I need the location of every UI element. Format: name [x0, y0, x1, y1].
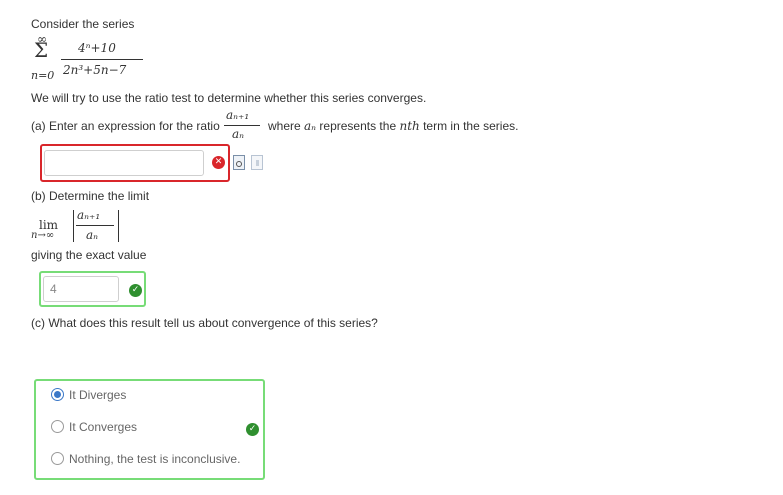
- correct-icon-part-c: ✓: [246, 423, 259, 436]
- series-expression: ∞ Σ n=0 4ⁿ+10 2n³+5n−7: [31, 32, 151, 84]
- represents-text: represents the: [319, 119, 397, 133]
- abs-bar-left: [73, 210, 74, 242]
- a-n-symbol: aₙ: [304, 119, 317, 133]
- part-a-ratio: aₙ₊₁ aₙ: [224, 108, 264, 141]
- series-numerator: 4ⁿ+10: [78, 41, 116, 55]
- series-denominator: 2n³+5n−7: [63, 63, 127, 77]
- sum-lower-limit: n=0: [31, 69, 55, 82]
- nth-symbol: nth: [399, 119, 420, 133]
- limit-expression: lim n→∞ aₙ₊₁ aₙ: [31, 208, 131, 244]
- option-diverges-radio[interactable]: [51, 388, 64, 401]
- where-text: where: [268, 119, 301, 133]
- part-c-label: (c) What does this result tell us about …: [31, 316, 378, 330]
- part-b-note: giving the exact value: [31, 248, 147, 262]
- help-icon[interactable]: [251, 155, 263, 170]
- option-diverges-label[interactable]: It Diverges: [69, 388, 126, 402]
- option-converges-radio[interactable]: [51, 420, 64, 433]
- limit-ratio-numerator: aₙ₊₁: [77, 208, 101, 222]
- part-b-label: (b) Determine the limit: [31, 189, 150, 203]
- lim-subscript: n→∞: [31, 230, 55, 241]
- option-converges-label[interactable]: It Converges: [69, 420, 137, 434]
- option-inconclusive-label[interactable]: Nothing, the test is inconclusive.: [69, 452, 240, 466]
- incorrect-icon: ✕: [212, 156, 225, 169]
- limit-ratio-denominator: aₙ: [86, 228, 99, 242]
- option-inconclusive-radio[interactable]: [51, 452, 64, 465]
- sigma-symbol: Σ: [34, 38, 49, 62]
- instructions-text: We will try to use the ratio test to det…: [31, 91, 427, 105]
- abs-bar-right: [118, 210, 119, 242]
- term-text: term in the series.: [423, 119, 519, 133]
- part-b-answer-input[interactable]: [43, 276, 119, 302]
- correct-icon: ✓: [129, 284, 142, 297]
- ratio-numerator: aₙ₊₁: [226, 108, 250, 122]
- intro-text: Consider the series: [31, 17, 135, 31]
- ratio-denominator: aₙ: [232, 127, 245, 141]
- part-a-answer-input[interactable]: [44, 150, 204, 176]
- part-a-label: (a) Enter an expression for the ratio: [31, 119, 220, 133]
- part-a-description: where aₙ represents the nth term in the …: [268, 119, 518, 133]
- preview-icon[interactable]: [233, 155, 245, 170]
